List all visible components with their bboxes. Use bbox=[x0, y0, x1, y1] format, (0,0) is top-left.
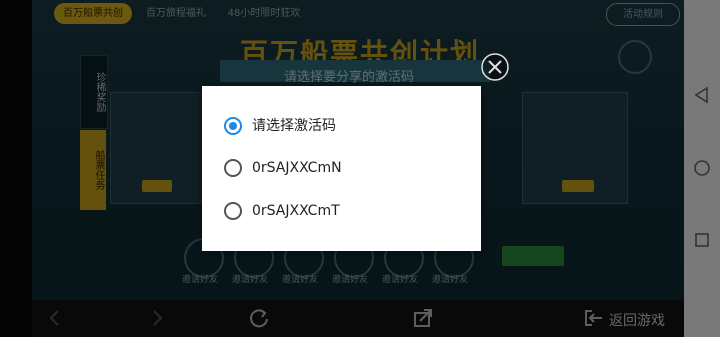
radio-icon[interactable] bbox=[224, 159, 242, 177]
option-label: 0rSAJXXCmN bbox=[252, 160, 342, 176]
option-label: 0rSAJXXCmT bbox=[252, 203, 340, 219]
activation-code-dialog: 请选择激活码 0rSAJXXCmN 0rSAJXXCmT bbox=[202, 86, 481, 251]
screen: 百万船票共创 百万旅程福礼 48小时限时狂欢 活动规则 百万船票共创计划 珍稀奖… bbox=[0, 0, 720, 337]
option-placeholder[interactable]: 请选择激活码 bbox=[224, 116, 464, 138]
option-code-1[interactable]: 0rSAJXXCmN bbox=[224, 158, 464, 180]
close-icon[interactable] bbox=[480, 52, 510, 82]
option-code-2[interactable]: 0rSAJXXCmT bbox=[224, 201, 464, 223]
radio-selected-icon[interactable] bbox=[224, 117, 242, 135]
option-label: 请选择激活码 bbox=[252, 118, 336, 134]
radio-icon[interactable] bbox=[224, 202, 242, 220]
